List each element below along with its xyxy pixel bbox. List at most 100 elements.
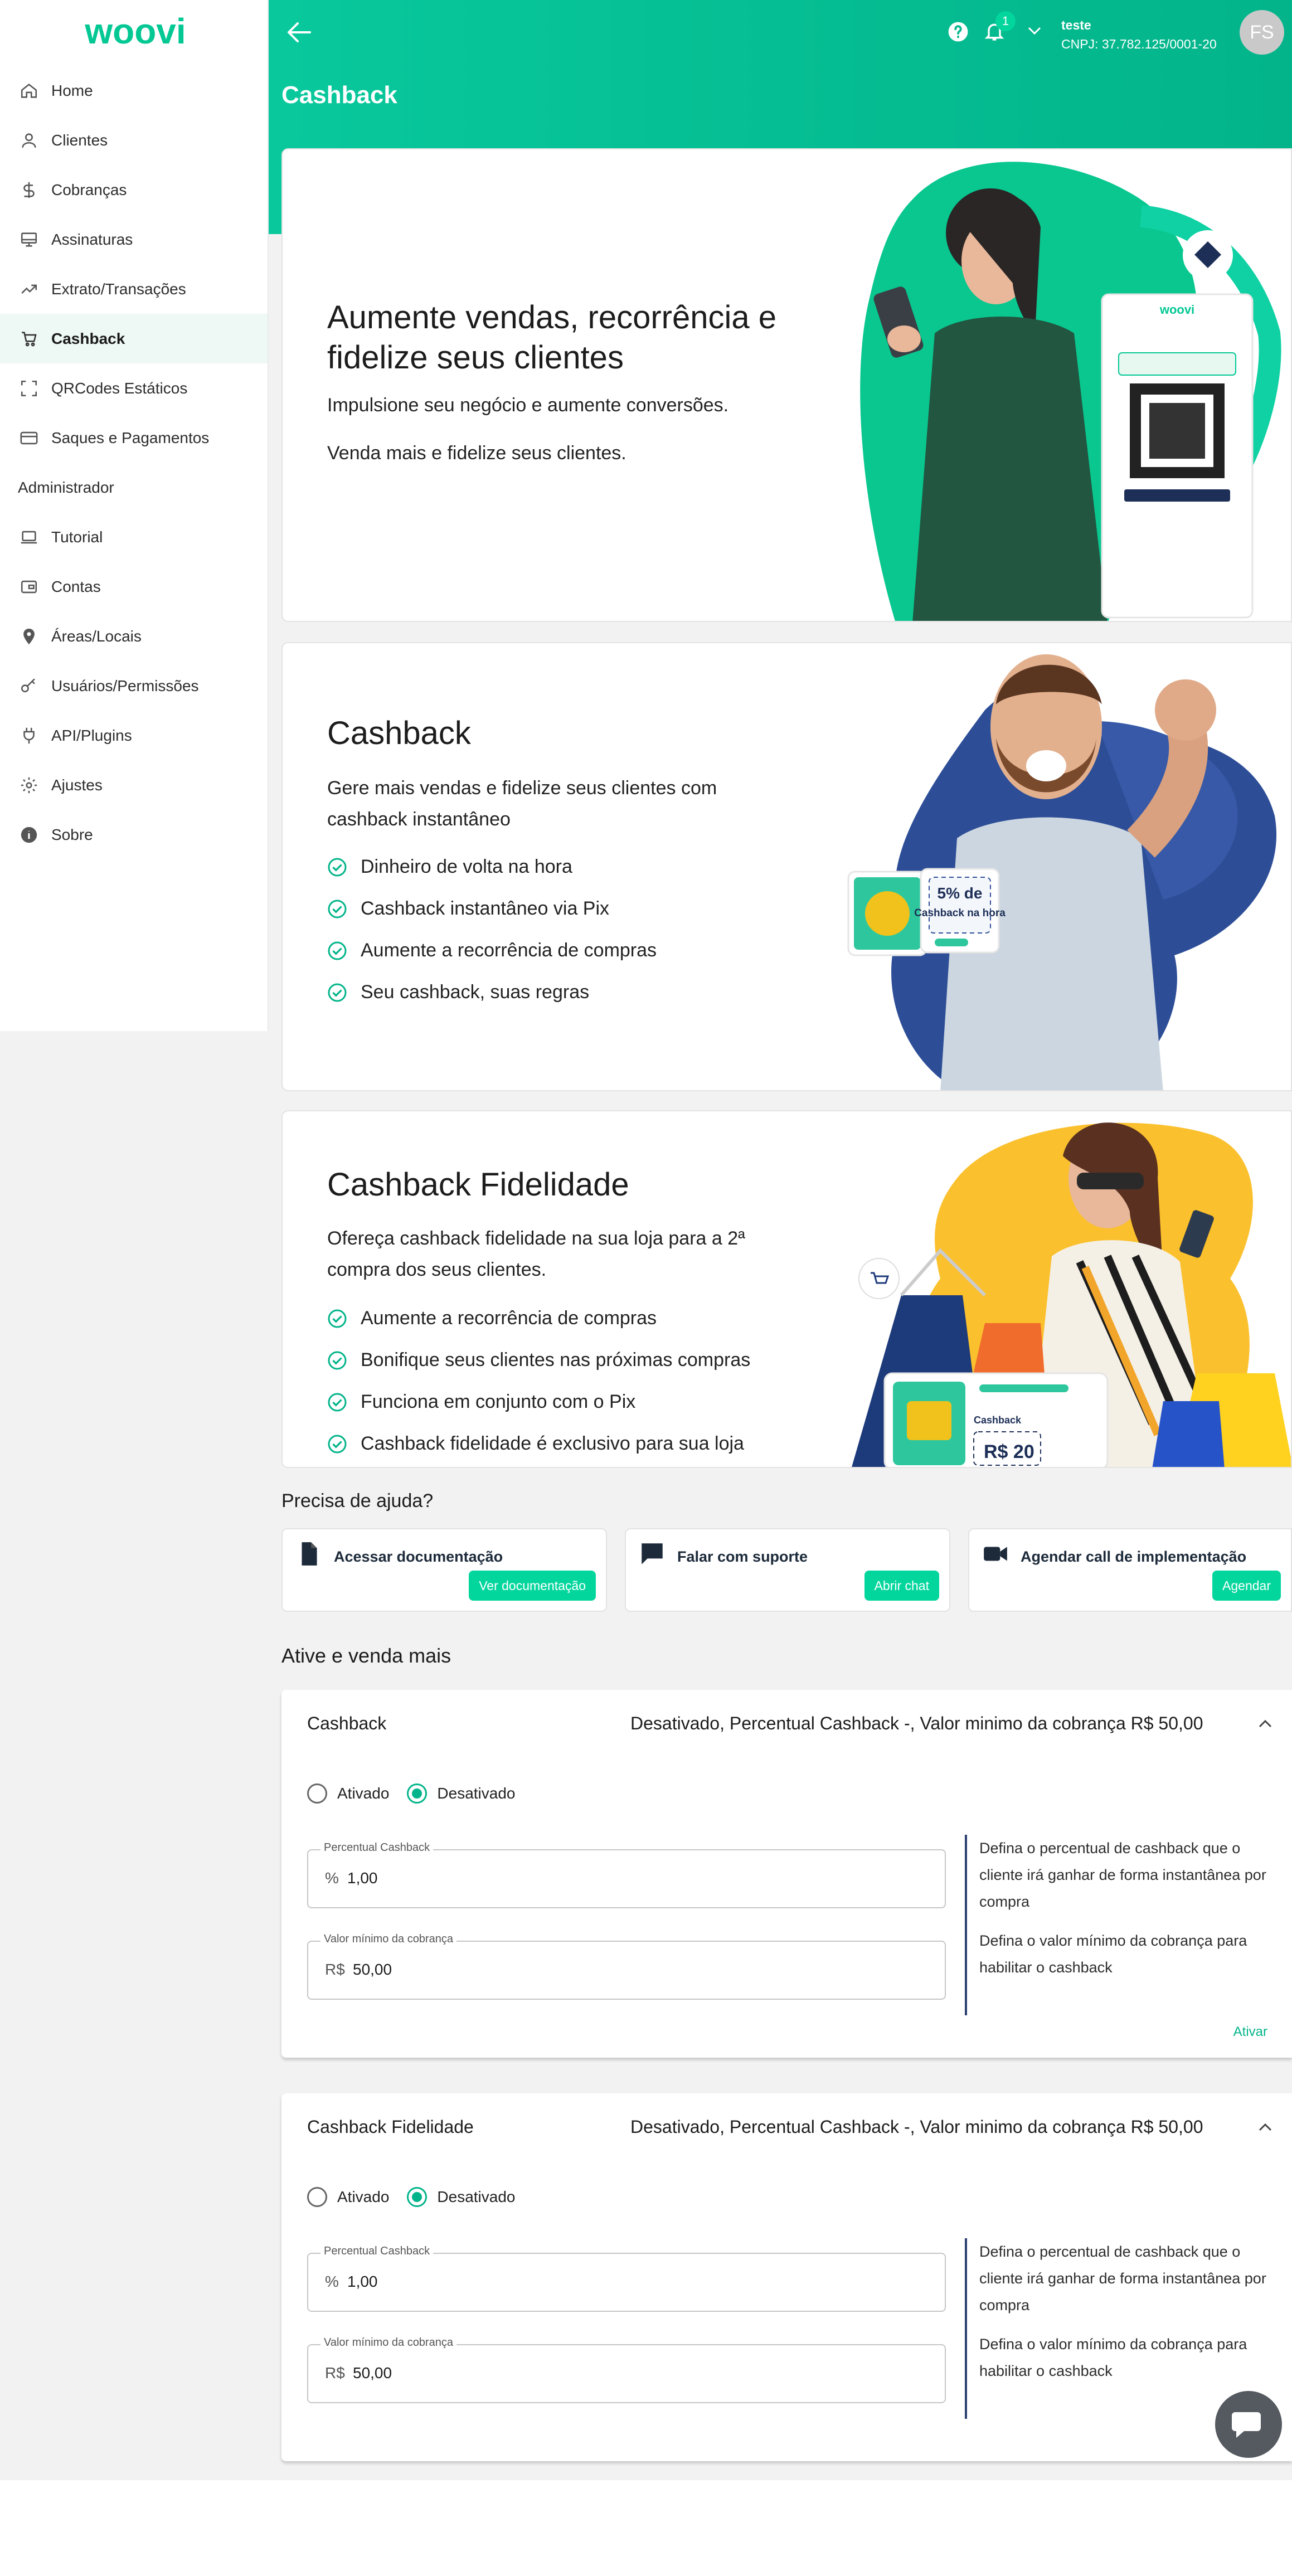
- sidebar-item-label: Áreas/Locais: [51, 627, 142, 645]
- cashback-illustration: 5% de Cashback na hora: [847, 654, 1277, 1090]
- panel-title[interactable]: Cashback: [307, 1713, 386, 1734]
- list-item: Cashback instantâneo via Pix: [327, 888, 657, 930]
- sidebar-item-cashback[interactable]: Cashback: [0, 314, 268, 363]
- radio-desativado-label[interactable]: Desativado: [437, 2188, 515, 2206]
- help-card-call: Agendar call de implementação Agendar: [968, 1528, 1292, 1612]
- panel-title[interactable]: Cashback Fidelidade: [307, 2117, 474, 2137]
- field-value[interactable]: 50,00: [353, 2364, 392, 2382]
- dollar-icon: [18, 179, 40, 201]
- sidebar-section-admin: Administrador: [18, 478, 114, 496]
- field-label: Valor mínimo da cobrança: [320, 1933, 456, 1946]
- min-value-field[interactable]: Valor mínimo da cobrança R$ 50,00: [307, 1933, 946, 2000]
- sidebar-item-label: API/Plugins: [51, 726, 132, 744]
- sidebar-item-api[interactable]: API/Plugins: [0, 711, 268, 760]
- radio-ativado-label[interactable]: Ativado: [337, 2188, 389, 2206]
- min-value-help-text: Defina o valor mínimo da cobrança para h…: [979, 1932, 1247, 1976]
- status-radio-group: Ativado Desativado: [307, 1783, 533, 1804]
- sidebar-item-cobrancas[interactable]: Cobranças: [0, 165, 268, 215]
- back-arrow-icon[interactable]: [285, 21, 312, 43]
- percent-cashback-field[interactable]: Percentual Cashback % 1,00: [307, 2245, 946, 2312]
- video-icon: [984, 1547, 1007, 1561]
- sidebar-item-contas[interactable]: Contas: [0, 562, 268, 611]
- user-info[interactable]: teste CNPJ: 37.782.125/0001-20: [1061, 16, 1217, 54]
- sidebar-item-label: Cashback: [51, 329, 125, 347]
- sidebar-item-sobre[interactable]: Sobre: [0, 810, 268, 859]
- field-value[interactable]: 1,00: [347, 2273, 378, 2291]
- help-divider: [965, 2238, 967, 2419]
- chevron-down-icon[interactable]: [1027, 26, 1042, 37]
- document-icon: [302, 1542, 317, 1566]
- field-value[interactable]: 1,00: [347, 1869, 378, 1887]
- list-item: Aumente a recorrência de compras: [327, 1297, 750, 1339]
- chat-fab-button[interactable]: [1215, 2391, 1282, 2458]
- cashback-badge-percent: 5% de: [938, 884, 983, 902]
- hero-text-1: Impulsione seu negócio e aumente convers…: [327, 395, 729, 416]
- home-icon: [18, 80, 40, 102]
- user-name: teste: [1061, 18, 1091, 32]
- sidebar-item-qrcodes[interactable]: QRCodes Estáticos: [0, 363, 268, 413]
- sidebar-item-saques[interactable]: Saques e Pagamentos: [0, 413, 268, 463]
- schedule-call-button[interactable]: Agendar: [1212, 1571, 1281, 1601]
- radio-ativado[interactable]: [307, 2187, 327, 2207]
- laptop-icon: [18, 526, 40, 548]
- fidelidade-badge-value: R$ 20: [984, 1441, 1034, 1462]
- pin-icon: [18, 625, 40, 648]
- sidebar-item-label: Usuários/Permissões: [51, 677, 199, 694]
- percent-cashback-field[interactable]: Percentual Cashback % 1,00: [307, 1841, 946, 1908]
- fidelidade-illustration: Cashback R$ 20: [852, 1122, 1291, 1467]
- woovi-logo: woovi: [84, 13, 186, 51]
- field-prefix: R$: [325, 1961, 345, 1978]
- sidebar-item-extrato[interactable]: Extrato/Transações: [0, 264, 268, 314]
- list-item: Seu cashback, suas regras: [327, 971, 657, 1013]
- field-label: Percentual Cashback: [320, 2245, 434, 2258]
- cashback-fidelidade-card: Cashback Fidelidade Ofereça cashback fid…: [281, 1110, 1292, 1468]
- sidebar-item-clientes[interactable]: Clientes: [0, 115, 268, 165]
- sidebar-background: [0, 1031, 269, 2480]
- radio-desativado[interactable]: [407, 1783, 428, 1804]
- field-label: Percentual Cashback: [320, 1841, 434, 1854]
- cashback-settings-panel: Cashback Desativado, Percentual Cashback…: [281, 1690, 1292, 2058]
- cashback-benefits-list: Dinheiro de volta na hora Cashback insta…: [327, 846, 657, 1013]
- sidebar-item-ajustes[interactable]: Ajustes: [0, 760, 268, 810]
- radio-ativado-label[interactable]: Ativado: [337, 1785, 389, 1802]
- chevron-up-icon[interactable]: [1257, 1718, 1273, 1729]
- svg-text:woovi: woovi: [1159, 303, 1194, 317]
- info-icon: [18, 824, 40, 846]
- min-value-field[interactable]: Valor mínimo da cobrança R$ 50,00: [307, 2336, 946, 2403]
- sidebar-nav: Home Clientes Cobranças Assinaturas Extr…: [0, 66, 268, 859]
- list-item-text: Funciona em conjunto com o Pix: [361, 1391, 636, 1412]
- list-item-text: Aumente a recorrência de compras: [361, 940, 657, 961]
- help-divider: [965, 1835, 967, 2015]
- sidebar-item-areas[interactable]: Áreas/Locais: [0, 611, 268, 661]
- sidebar-item-label: Extrato/Transações: [51, 280, 186, 298]
- fidelidade-benefits-list: Aumente a recorrência de compras Bonifiq…: [327, 1297, 750, 1465]
- cashback-fidelidade-settings-panel: Cashback Fidelidade Desativado, Percentu…: [281, 2093, 1292, 2461]
- page-bottom: [0, 2480, 1292, 2576]
- min-value-help-text: Defina o valor mínimo da cobrança para h…: [979, 2336, 1247, 2379]
- list-item-text: Cashback fidelidade é exclusivo para sua…: [361, 1433, 744, 1454]
- field-value[interactable]: 50,00: [353, 1961, 392, 1979]
- sidebar-item-usuarios[interactable]: Usuários/Permissões: [0, 661, 268, 711]
- radio-desativado-label[interactable]: Desativado: [437, 1785, 515, 1802]
- activate-button[interactable]: Ativar: [1233, 2024, 1267, 2040]
- status-radio-group: Ativado Desativado: [307, 2187, 533, 2207]
- radio-ativado[interactable]: [307, 1783, 327, 1804]
- view-docs-button[interactable]: Ver documentação: [469, 1571, 596, 1601]
- user-doc: CNPJ: 37.782.125/0001-20: [1061, 37, 1217, 51]
- sidebar-item-label: Saques e Pagamentos: [51, 429, 210, 446]
- sidebar-item-label: Assinaturas: [51, 230, 133, 248]
- sidebar-item-label: Home: [51, 81, 93, 99]
- open-chat-button[interactable]: Abrir chat: [864, 1571, 939, 1601]
- help-icon[interactable]: [948, 21, 969, 42]
- sidebar-item-home[interactable]: Home: [0, 66, 268, 115]
- key-icon: [18, 675, 40, 697]
- avatar[interactable]: FS: [1240, 10, 1284, 55]
- sidebar-item-tutorial[interactable]: Tutorial: [0, 512, 268, 562]
- sidebar-item-assinaturas[interactable]: Assinaturas: [0, 215, 268, 264]
- chevron-up-icon[interactable]: [1257, 2121, 1273, 2132]
- list-item-text: Cashback instantâneo via Pix: [361, 898, 610, 919]
- check-circle-icon: [328, 900, 347, 918]
- radio-desativado[interactable]: [407, 2187, 428, 2207]
- hero-illustration: woovi: [860, 162, 1281, 621]
- monitor-icon: [18, 229, 40, 251]
